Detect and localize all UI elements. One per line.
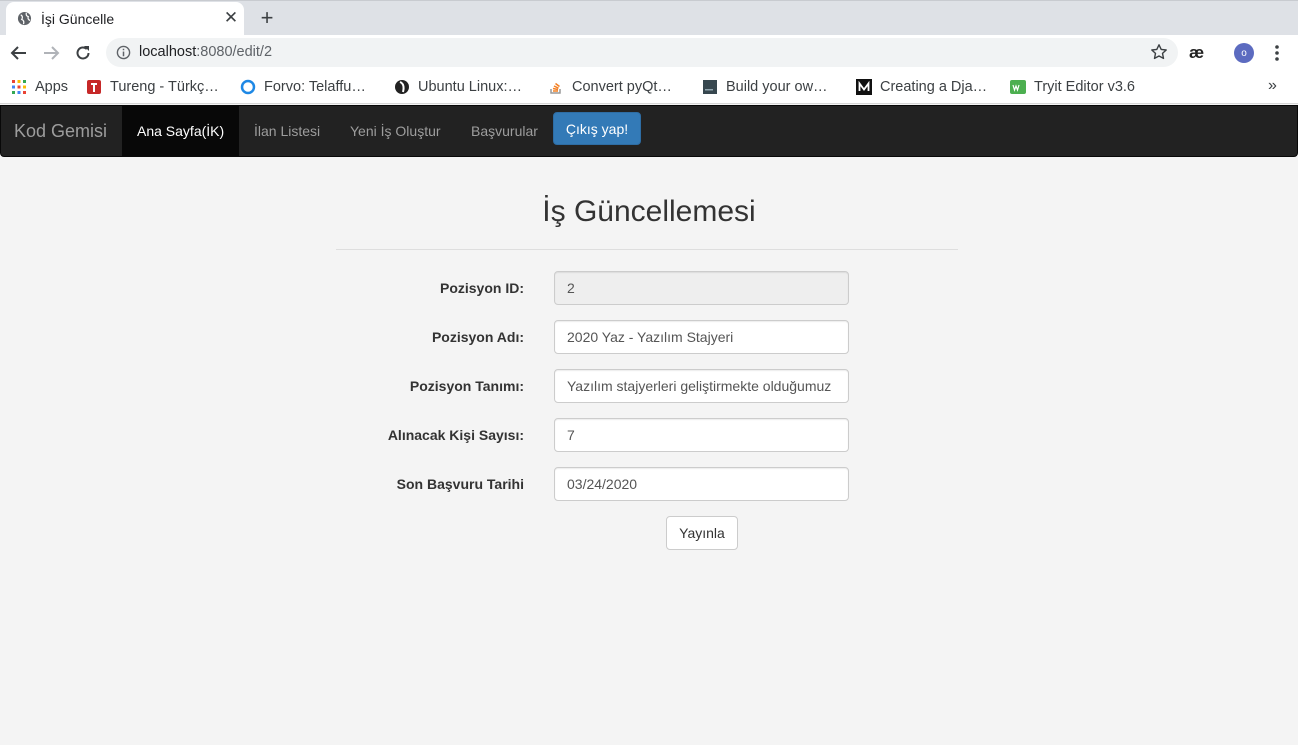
new-tab-icon[interactable]: + [255,5,279,30]
reload-icon[interactable] [70,40,96,66]
tab-title: İşi Güncelle [41,11,115,27]
bookmark-label: Creating a Dja… [880,79,988,95]
bookmark-apps[interactable]: Apps [11,77,68,97]
stackoverflow-icon [548,79,564,95]
navbar-brand[interactable]: Kod Gemisi [14,121,107,142]
bookmark-label: Apps [35,79,69,95]
headcount-field[interactable]: 7 [554,418,849,452]
bookmark-label: Build your ow… [726,79,828,95]
ubuntu-icon [394,79,410,95]
url-text: localhost:8080/edit/2 [139,44,272,60]
extension-ae-icon[interactable]: æ [1189,43,1204,63]
more-bookmarks-chevron-icon[interactable]: » [1268,77,1277,95]
bookmarks-bar: Apps Tureng - Türkç… Forvo: Telaffu… Ubu… [0,70,1298,104]
tureng-icon [86,79,102,95]
forvo-icon [240,79,256,95]
position-id-label: Pozisyon ID: [439,280,524,296]
globe-icon [17,11,32,26]
apps-grid-icon [11,79,27,95]
bookmark-tureng[interactable]: Tureng - Türkç… [86,77,219,97]
book-icon [702,79,718,95]
deadline-date-field[interactable]: 03/24/2020 [554,467,849,501]
position-id-field[interactable]: 2 [554,271,849,305]
close-tab-icon[interactable]: ✕ [222,8,240,27]
url-host: localhost [139,44,197,60]
nav-item-ana-sayfa[interactable]: Ana Sayfa(İK) [122,106,240,156]
bookmark-forvo[interactable]: Forvo: Telaffu… [240,77,366,97]
bookmark-creating-django[interactable]: Creating a Dja… [856,77,987,97]
forward-arrow-icon[interactable] [38,40,64,66]
w3schools-icon [1010,79,1026,95]
bookmark-label: Convert pyQt… [572,79,672,95]
headcount-label: Alınacak Kişi Sayısı: [387,427,524,443]
app-navbar: Kod Gemisi Ana Sayfa(İK) İlan Listesi Ye… [0,105,1298,157]
bookmark-tryit-editor[interactable]: Tryit Editor v3.6 [1010,77,1135,97]
profile-avatar[interactable]: o [1234,43,1254,63]
bookmark-label: Forvo: Telaffu… [264,79,366,95]
nav-item-basvurular[interactable]: Başvurular [456,106,553,156]
position-name-label: Pozisyon Adı: [431,329,524,345]
divider [336,249,958,250]
nav-item-yeni-is-olustur[interactable]: Yeni İş Oluştur [335,106,456,156]
page-title: İş Güncellemesi [542,195,756,228]
tab-strip: İşi Güncelle ✕ + [0,0,1298,36]
publish-button[interactable]: Yayınla [666,516,738,550]
position-name-field[interactable]: 2020 Yaz - Yazılım Stajyeri [554,320,849,354]
info-icon[interactable] [116,45,131,60]
kebab-menu-icon[interactable] [1268,43,1286,63]
back-arrow-icon[interactable] [6,40,32,66]
logout-button[interactable]: Çıkış yap! [553,112,641,145]
bookmark-label: Tureng - Türkç… [110,79,219,95]
bookmark-convert-pyqt[interactable]: Convert pyQt… [548,77,672,97]
nav-item-ilan-listesi[interactable]: İlan Listesi [239,106,335,156]
url-path: :8080/edit/2 [196,44,273,60]
bookmark-build-your-own[interactable]: Build your ow… [702,77,828,97]
address-bar[interactable]: localhost:8080/edit/2 [106,38,1178,67]
browser-toolbar: localhost:8080/edit/2 æ o [0,35,1298,70]
bookmark-label: Tryit Editor v3.6 [1034,79,1135,95]
position-description-field[interactable]: Yazılım stajyerleri geliştirmekte olduğu… [554,369,849,403]
deadline-label: Son Başvuru Tarihi [396,476,524,492]
position-description-label: Pozisyon Tanımı: [409,378,524,394]
bookmark-label: Ubuntu Linux:… [418,79,522,95]
medium-icon [856,79,872,95]
bookmark-star-icon[interactable] [1150,43,1168,61]
browser-tab[interactable]: İşi Güncelle ✕ [6,2,244,36]
bookmark-ubuntu[interactable]: Ubuntu Linux:… [394,77,522,97]
